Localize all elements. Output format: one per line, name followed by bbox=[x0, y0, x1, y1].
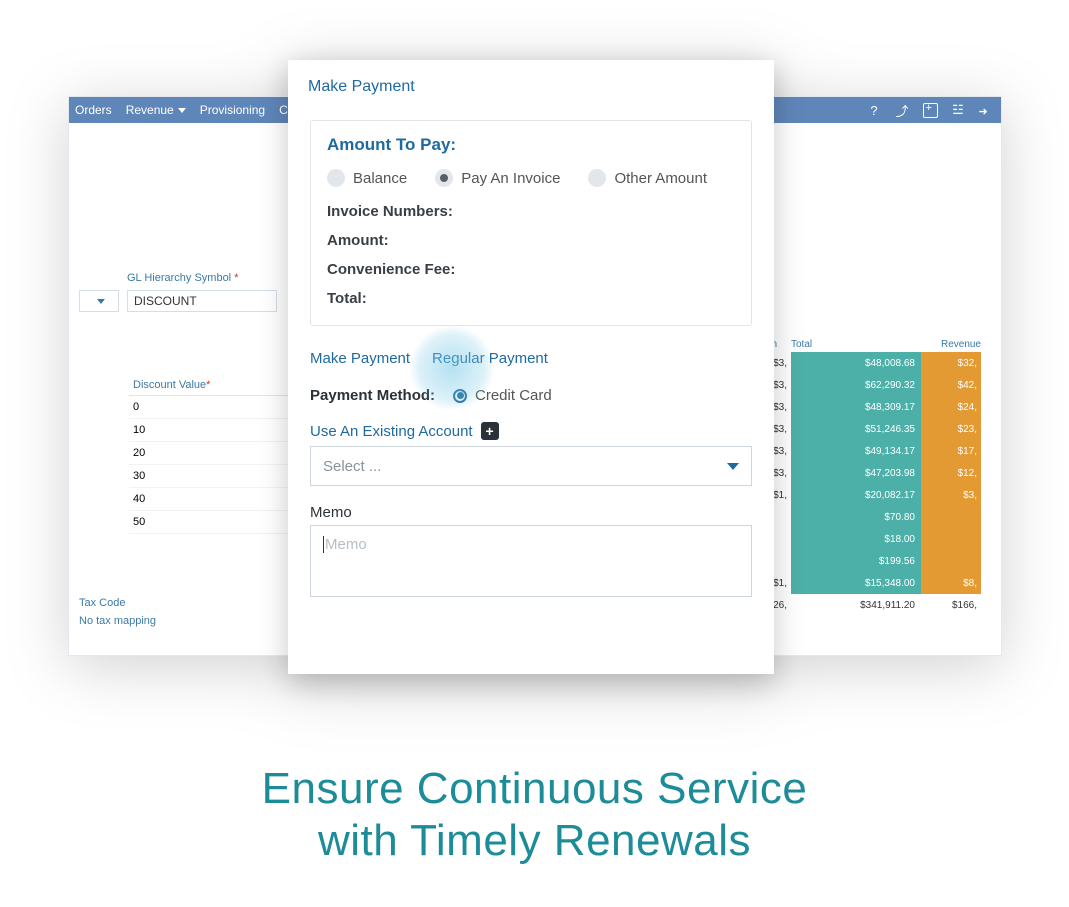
discount-value-header: Discount Value* bbox=[129, 375, 289, 396]
logout-icon[interactable] bbox=[977, 101, 995, 119]
help-icon[interactable]: ? bbox=[865, 101, 883, 119]
amount-label: Amount: bbox=[327, 232, 735, 249]
upload-icon[interactable]: ⤴ bbox=[893, 101, 911, 119]
total-label: Total: bbox=[327, 290, 735, 307]
amount-to-pay-section: Amount To Pay: Balance Pay An Invoice Ot… bbox=[310, 120, 752, 326]
account-select[interactable]: Select ... bbox=[310, 446, 752, 486]
radio-icon bbox=[588, 169, 606, 187]
radio-icon bbox=[435, 169, 453, 187]
discount-row[interactable]: 20 bbox=[129, 442, 289, 465]
tab-regular-payment[interactable]: Regular Payment bbox=[432, 350, 548, 367]
radio-other-amount[interactable]: Other Amount bbox=[588, 169, 707, 187]
convenience-fee-label: Convenience Fee: bbox=[327, 261, 735, 278]
amount-to-pay-heading: Amount To Pay: bbox=[327, 135, 735, 155]
col-header-total: Total bbox=[791, 339, 911, 350]
chevron-down-icon bbox=[97, 299, 105, 304]
col-header-revenue: Revenue bbox=[911, 339, 981, 350]
invoice-numbers-label: Invoice Numbers: bbox=[327, 203, 735, 220]
discount-row[interactable]: 40 bbox=[129, 488, 289, 511]
nav-revenue[interactable]: Revenue bbox=[126, 103, 186, 117]
discount-row[interactable]: 50 bbox=[129, 511, 289, 534]
modal-title: Make Payment bbox=[288, 60, 774, 120]
radio-balance[interactable]: Balance bbox=[327, 169, 407, 187]
add-icon[interactable] bbox=[921, 101, 939, 119]
add-account-button[interactable]: + bbox=[481, 422, 499, 440]
tax-code-value: No tax mapping bbox=[79, 615, 156, 627]
chevron-down-icon bbox=[727, 463, 739, 470]
marketing-headline: Ensure Continuous Service with Timely Re… bbox=[0, 763, 1069, 867]
radio-icon bbox=[327, 169, 345, 187]
nav-orders[interactable]: Orders bbox=[75, 103, 112, 117]
dropdown-toggle[interactable] bbox=[79, 290, 119, 312]
make-payment-modal: Make Payment Amount To Pay: Balance Pay … bbox=[288, 60, 774, 674]
discount-row[interactable]: 30 bbox=[129, 465, 289, 488]
tab-make-payment[interactable]: Make Payment bbox=[310, 350, 410, 367]
nav-provisioning[interactable]: Provisioning bbox=[200, 103, 265, 117]
memo-input[interactable]: Memo bbox=[310, 525, 752, 597]
gl-hierarchy-value[interactable]: DISCOUNT bbox=[127, 290, 277, 312]
discount-row[interactable]: 0 bbox=[129, 396, 289, 419]
payment-method-label: Payment Method: bbox=[310, 387, 435, 404]
memo-label: Memo bbox=[310, 504, 752, 521]
discount-row[interactable]: 10 bbox=[129, 419, 289, 442]
save-icon[interactable]: ☳ bbox=[949, 101, 967, 119]
use-existing-account-label: Use An Existing Account bbox=[310, 423, 473, 440]
gl-hierarchy-label: GL Hierarchy Symbol * bbox=[127, 272, 277, 284]
tax-code-label: Tax Code bbox=[79, 597, 156, 609]
radio-credit-card[interactable]: Credit Card bbox=[453, 387, 552, 404]
memo-placeholder: Memo bbox=[323, 536, 367, 553]
radio-icon bbox=[453, 389, 467, 403]
radio-pay-invoice[interactable]: Pay An Invoice bbox=[435, 169, 560, 187]
select-placeholder: Select ... bbox=[323, 458, 381, 475]
chevron-down-icon bbox=[178, 108, 186, 113]
